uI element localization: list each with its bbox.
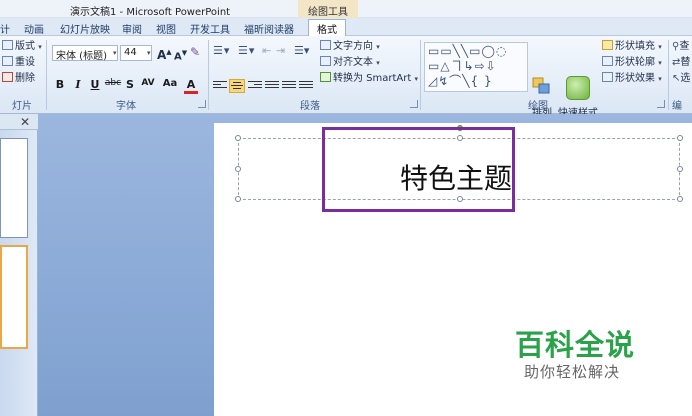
find-button[interactable]: ⚲查 bbox=[672, 40, 689, 54]
text-direction-icon bbox=[320, 40, 331, 50]
shrink-font-button[interactable]: A▼ bbox=[174, 46, 187, 64]
shape-effects-button[interactable]: 形状效果 ▾ bbox=[602, 72, 662, 86]
title-bar: 演示文稿1 - Microsoft PowerPoint 绘图工具 bbox=[0, 0, 692, 18]
slides-group-label: 灯片 bbox=[12, 101, 32, 112]
window-title: 演示文稿1 - Microsoft PowerPoint bbox=[70, 7, 231, 18]
slide-thumbnail-selected[interactable] bbox=[0, 245, 28, 349]
underline-button[interactable]: U bbox=[89, 78, 101, 94]
align-right-button[interactable] bbox=[247, 79, 263, 93]
increase-indent-button[interactable]: ⇥ bbox=[276, 44, 285, 58]
resize-handle[interactable] bbox=[457, 135, 463, 141]
align-left-button[interactable] bbox=[212, 79, 228, 93]
decrease-indent-button[interactable]: ⇤ bbox=[262, 44, 271, 58]
distribute-button[interactable] bbox=[281, 79, 297, 93]
character-spacing-button[interactable]: AV bbox=[139, 78, 157, 94]
change-case-button[interactable]: Aa bbox=[161, 78, 179, 94]
tab-review[interactable]: 审阅 bbox=[122, 21, 142, 36]
shapes-gallery[interactable]: ▭▭╲╲▭◯◌ ▭△ヿ↳⇨⇩ ◿↯⌒╲{ } bbox=[424, 42, 528, 92]
resize-handle[interactable] bbox=[235, 196, 241, 202]
delete-icon bbox=[2, 72, 13, 82]
shape-outline-button[interactable]: 形状轮廓 ▾ bbox=[602, 56, 662, 70]
chevron-down-icon: ▾ bbox=[376, 59, 380, 67]
tab-foxit-reader[interactable]: 福昕阅读器 bbox=[244, 21, 294, 36]
strikethrough-button[interactable]: abc bbox=[104, 78, 122, 94]
text-direction-button[interactable]: 文字方向 ▾ bbox=[320, 40, 380, 54]
slides-panel-header: ✕ bbox=[0, 114, 38, 130]
slides-panel: ✕ bbox=[0, 114, 38, 416]
replace-button[interactable]: ⇄替 bbox=[672, 56, 690, 70]
font-group-label: 字体 bbox=[116, 101, 136, 112]
ribbon: 版式 ▾ 重设 删除 灯片 宋体 (标题) ▾ 44 ▾ A▲ A▼ ✎ B I… bbox=[0, 36, 692, 119]
group-divider bbox=[420, 40, 421, 110]
italic-button[interactable]: I bbox=[72, 78, 84, 94]
group-divider bbox=[46, 40, 47, 110]
tab-view[interactable]: 视图 bbox=[156, 21, 176, 36]
resize-handle[interactable] bbox=[677, 166, 683, 172]
tab-developer[interactable]: 开发工具 bbox=[190, 21, 230, 36]
resize-handle[interactable] bbox=[677, 135, 683, 141]
resize-handle[interactable] bbox=[235, 166, 241, 172]
font-name-select[interactable]: 宋体 (标题) bbox=[52, 45, 118, 62]
shadow-button[interactable]: S bbox=[125, 78, 135, 94]
reset-icon bbox=[2, 56, 13, 66]
paint-bucket-icon bbox=[602, 40, 613, 50]
group-divider bbox=[668, 40, 669, 110]
paragraph-group-label: 段落 bbox=[300, 101, 320, 112]
close-icon[interactable]: ✕ bbox=[20, 115, 30, 129]
align-text-icon bbox=[320, 56, 331, 66]
font-dialog-launcher-icon[interactable] bbox=[198, 100, 206, 108]
reset-button[interactable]: 重设 bbox=[2, 56, 35, 70]
watermark-logo-text: 百科全说 bbox=[515, 328, 636, 362]
drawing-tools-context-label: 绘图工具 bbox=[298, 0, 358, 18]
layout-button[interactable]: 版式 ▾ bbox=[2, 40, 42, 54]
justify-button[interactable] bbox=[264, 79, 280, 93]
bold-button[interactable]: B bbox=[54, 78, 66, 94]
grow-font-button[interactable]: A▲ bbox=[157, 45, 172, 62]
chevron-down-icon: ▾ bbox=[658, 59, 662, 67]
paragraph-dialog-launcher-icon[interactable] bbox=[410, 100, 418, 108]
group-divider bbox=[208, 40, 209, 110]
smartart-icon bbox=[320, 72, 331, 82]
tab-slideshow[interactable]: 幻灯片放映 bbox=[60, 21, 110, 36]
line-spacing-button[interactable]: ☰▾ bbox=[294, 44, 309, 58]
edit-group-label: 编 bbox=[672, 101, 682, 112]
chevron-down-icon: ▾ bbox=[658, 75, 662, 83]
font-color-button[interactable]: A bbox=[184, 78, 198, 94]
chevron-down-icon: ▾ bbox=[376, 43, 380, 51]
clear-format-icon[interactable]: ✎ bbox=[190, 45, 200, 59]
drawing-group-label: 绘图 bbox=[528, 101, 548, 112]
chevron-down-icon: ▾ bbox=[38, 43, 42, 51]
columns-button[interactable] bbox=[298, 79, 314, 93]
text-caret bbox=[513, 163, 515, 193]
rotate-handle[interactable] bbox=[457, 125, 463, 131]
watermark-tagline: 助你轻松解决 bbox=[524, 363, 621, 381]
chevron-down-icon: ▾ bbox=[658, 43, 662, 51]
convert-smartart-button[interactable]: 转换为 SmartArt ▾ bbox=[320, 72, 418, 86]
numbering-button[interactable]: ☰▾ bbox=[238, 44, 255, 58]
shape-fill-button[interactable]: 形状填充 ▾ bbox=[602, 40, 662, 54]
bullets-button[interactable]: ☰▾ bbox=[213, 44, 230, 58]
arrange-icon[interactable] bbox=[530, 76, 552, 96]
align-center-button[interactable] bbox=[229, 79, 245, 93]
resize-handle[interactable] bbox=[677, 196, 683, 202]
pen-icon bbox=[602, 56, 613, 66]
drawing-dialog-launcher-icon[interactable] bbox=[657, 100, 665, 108]
slide-title-text[interactable]: 特色主题 bbox=[400, 157, 560, 197]
chevron-down-icon[interactable]: ▾ bbox=[147, 49, 151, 57]
delete-slide-button[interactable]: 删除 bbox=[2, 72, 35, 86]
effects-icon bbox=[602, 72, 613, 82]
layout-icon bbox=[2, 40, 13, 50]
select-button[interactable]: ↖选 bbox=[672, 72, 690, 86]
chevron-down-icon: ▾ bbox=[414, 75, 419, 83]
slide-thumbnail[interactable] bbox=[0, 138, 28, 238]
slide-canvas[interactable]: 特色主题 bbox=[214, 123, 692, 416]
tab-animations[interactable]: 动画 bbox=[24, 21, 44, 36]
ribbon-tabs: 计 动画 幻灯片放映 审阅 视图 开发工具 福昕阅读器 格式 bbox=[0, 18, 692, 38]
chevron-down-icon[interactable]: ▾ bbox=[113, 49, 117, 57]
align-text-button[interactable]: 对齐文本 ▾ bbox=[320, 56, 380, 70]
tab-design[interactable]: 计 bbox=[0, 21, 10, 36]
resize-handle[interactable] bbox=[235, 135, 241, 141]
